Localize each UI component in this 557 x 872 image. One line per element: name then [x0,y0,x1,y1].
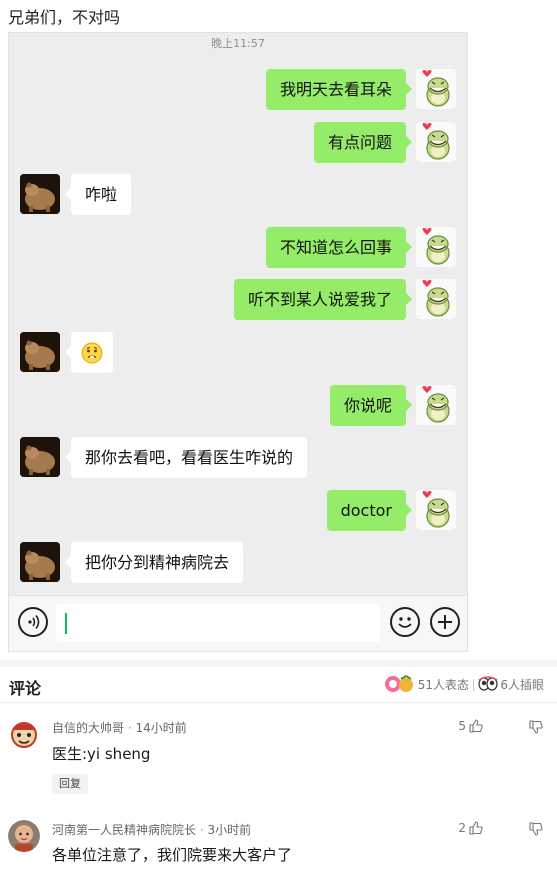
my-avatar-dino[interactable] [416,490,456,530]
voice-button[interactable] [18,607,48,637]
message-row [9,332,467,374]
bear-icon [20,174,60,214]
reactions-summary[interactable]: 51人表态 [384,675,469,693]
comment-item: 自信的大帅哥 · 14小时前 医生:yi sheng 5 回复 [0,712,557,798]
comment-author[interactable]: 河南第一人民精神病院院长 [52,823,196,837]
comment-meta: 自信的大帅哥 · 14小时前 [52,721,187,735]
peek-eyes-icon [478,676,498,691]
my-message-bubble[interactable]: doctor [326,490,413,531]
dino-icon [416,490,456,530]
message-row: 听不到某人说爱我了 [9,279,467,321]
peeks-summary[interactable]: 6人插眼 [478,675,544,693]
bear-icon [20,437,60,477]
comment-text: 各单位注意了，我们院要来大客户了 [52,846,293,864]
thumbs-up-icon [469,821,483,835]
dislike-button[interactable] [529,719,543,738]
like-count: 5 [458,719,466,733]
my-message-bubble[interactable]: 听不到某人说爱我了 [233,279,413,320]
comments-title: 评论 [9,679,42,698]
message-row: doctor [9,490,467,532]
my-avatar-dino[interactable] [416,279,456,319]
header-divider [473,679,474,691]
contact-avatar-bear[interactable] [20,332,60,372]
comment-item: 河南第一人民精神病院院长 · 3小时前 各单位注意了，我们院要来大客户了 2 [0,813,557,872]
comment-author[interactable]: 自信的大帅哥 [52,721,124,735]
thumbs-up-icon [469,719,483,733]
dino-icon [416,279,456,319]
comment-meta: 河南第一人民精神病院院长 · 3小时前 [52,823,252,837]
smile-icon [398,617,412,628]
monk-avatar-icon [8,820,40,852]
commenter-avatar[interactable] [8,718,40,750]
my-message-bubble[interactable]: 有点问题 [313,122,413,163]
chat-screenshot: 晚上11:57 我明天去看耳朵 有点问题 咋啦 不知道怎么回事 听不到某人说爱我… [8,32,468,652]
text-caret [65,613,67,634]
my-message-bubble[interactable]: 我明天去看耳朵 [265,69,413,110]
my-message-bubble[interactable]: 不知道怎么回事 [265,227,413,268]
contact-message-bubble[interactable]: 把你分到精神病院去 [64,542,244,583]
chat-timestamp: 晚上11:57 [211,37,265,50]
comment-time: 3小时前 [207,823,252,837]
my-avatar-dino[interactable] [416,122,456,162]
voice-icon [28,615,40,629]
my-avatar-dino[interactable] [416,69,456,109]
dino-icon [416,122,456,162]
bear-icon [20,542,60,582]
cartoon-avatar-icon [8,718,40,750]
post-title: 兄弟们，不对吗 [8,8,121,27]
comments-header: 评论 51人表态 6人插眼 [0,667,557,703]
bear-icon [20,332,60,372]
like-count: 2 [458,821,466,835]
commenter-avatar[interactable] [8,820,40,852]
message-row: 那你去看吧，看看医生咋说的 [9,437,467,479]
contact-avatar-bear[interactable] [20,437,60,477]
section-divider [0,660,557,667]
contact-message-bubble[interactable]: 那你去看吧，看看医生咋说的 [64,437,308,478]
peeks-count: 6人插眼 [500,677,544,692]
contact-avatar-bear[interactable] [20,542,60,582]
message-input[interactable] [56,604,380,642]
message-row: 把你分到精神病院去 [9,542,467,584]
my-message-bubble[interactable]: 你说呢 [329,385,413,426]
dino-icon [416,69,456,109]
dislike-button[interactable] [529,821,543,840]
message-row: 不知道怎么回事 [9,227,467,269]
dino-icon [416,227,456,267]
reactions-count: 51人表态 [417,677,469,692]
message-row: 我明天去看耳朵 [9,69,467,111]
comment-time: 14小时前 [135,721,187,735]
reply-button[interactable]: 回复 [52,774,88,794]
my-avatar-dino[interactable] [416,385,456,425]
emoji-button[interactable] [390,607,420,637]
contact-message-bubble[interactable] [65,332,113,373]
dino-icon [416,385,456,425]
chat-input-bar [9,595,467,651]
more-button[interactable] [430,607,460,637]
like-button[interactable]: 5 [458,719,483,733]
confused-emoji-icon [81,342,103,363]
message-row: 有点问题 [9,122,467,164]
contact-avatar-bear[interactable] [20,174,60,214]
plus-icon [438,615,452,629]
message-row: 咋啦 [9,174,467,216]
comment-text: 医生:yi sheng [52,745,151,763]
contact-message-bubble[interactable]: 咋啦 [64,174,132,215]
message-row: 你说呢 [9,385,467,427]
my-avatar-dino[interactable] [416,227,456,267]
like-button[interactable]: 2 [458,821,483,835]
reaction-stickers-icon [384,675,413,692]
thumbs-down-icon [529,822,543,836]
thumbs-down-icon [529,720,543,734]
